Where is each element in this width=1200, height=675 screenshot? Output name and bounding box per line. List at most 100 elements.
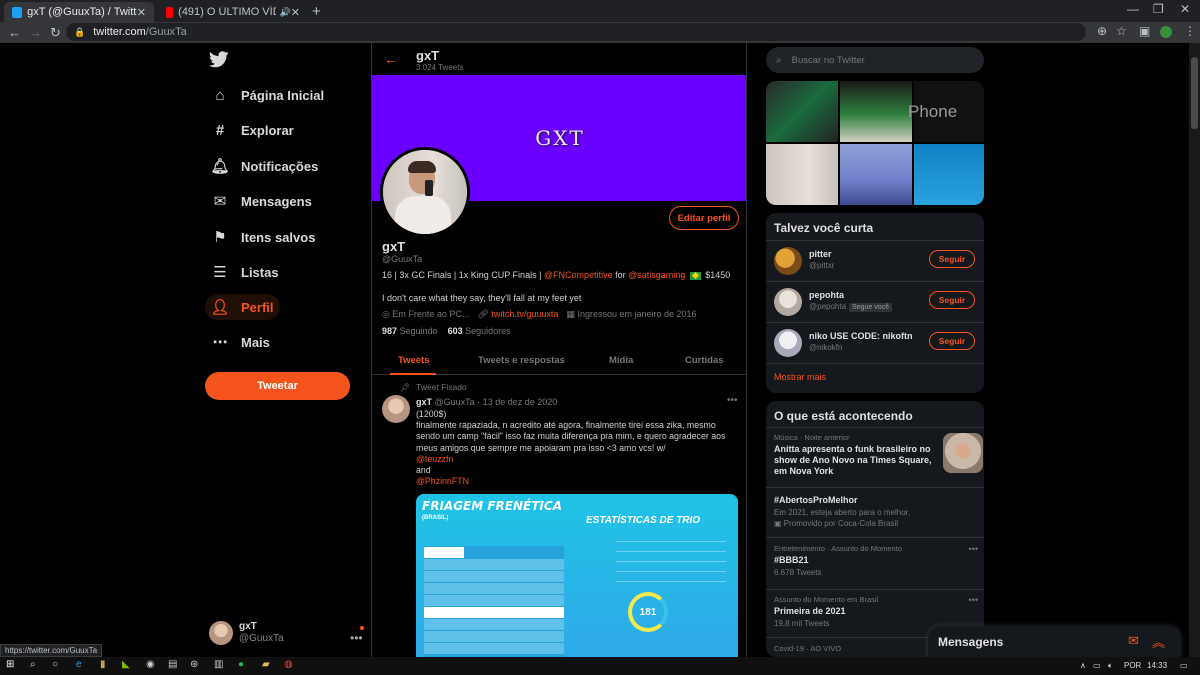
bio-mention-fncompetitive[interactable]: @FNCompetitive <box>544 270 613 280</box>
trend-item[interactable]: Música · Noite anterior Anitta apresenta… <box>774 433 983 477</box>
suggestion-name: niko USE CODE: nikoftn <box>809 331 913 341</box>
website-link[interactable]: twitch.tv/guuuxta <box>491 309 558 319</box>
trend-title: Anitta apresenta o funk brasileiro no sh… <box>774 444 932 476</box>
minimize-icon[interactable]: — <box>1127 2 1139 16</box>
nvidia-icon[interactable]: ◣ <box>122 659 130 670</box>
address-bar[interactable]: 🔒 twitter.com/GuuxTa <box>66 23 1086 41</box>
following-link[interactable]: 987 Seguindo <box>382 326 438 336</box>
back-icon[interactable]: ← <box>8 25 21 40</box>
media-thumbnail[interactable]: Phone <box>908 81 984 142</box>
app-icon[interactable]: ▤ <box>168 659 177 670</box>
tweet-more-icon[interactable]: ••• <box>727 395 738 406</box>
tweet-author[interactable]: gxT <box>416 397 432 407</box>
follow-button[interactable]: Seguir <box>929 332 975 350</box>
reload-icon[interactable]: ↻ <box>50 25 61 41</box>
expand-chevron-icon[interactable]: ︽ <box>1152 632 1165 651</box>
folder-icon[interactable]: ▰ <box>262 659 270 670</box>
spotify-icon[interactable]: ● <box>238 659 244 670</box>
app-icon[interactable]: ▮ <box>100 659 106 670</box>
clock-time[interactable]: 14:33 <box>1147 661 1167 670</box>
trend-item[interactable]: Assunto do Momento em Brasil Primeira de… <box>774 595 978 628</box>
nav-profile[interactable]: 👤︎ Perfil <box>205 294 280 320</box>
media-thumbnail[interactable] <box>766 81 838 142</box>
windows-taskbar: ⊞ ⌕ ○ e ▮ ◣ ◉ ▤ ⊛ ▥ ● ▰ ◍ ∧ ▭ 🔈︎ POR 14:… <box>0 657 1200 675</box>
menu-icon[interactable]: ⋮ <box>1184 24 1196 38</box>
volume-icon[interactable]: 🔈︎ <box>1108 661 1113 671</box>
follow-button[interactable]: Seguir <box>929 291 975 309</box>
follow-button[interactable]: Seguir <box>929 250 975 268</box>
account-more-icon[interactable]: ••• <box>350 631 363 645</box>
edge-icon[interactable]: e <box>76 659 82 670</box>
maximize-icon[interactable]: ❐ <box>1153 2 1164 16</box>
new-tab-button[interactable]: + <box>312 3 321 20</box>
keyboard-lang[interactable]: POR <box>1124 661 1141 670</box>
nav-explore[interactable]: # Explorar <box>205 117 300 143</box>
steam-icon[interactable]: ⊛ <box>190 659 198 670</box>
cast-icon[interactable]: ⊕ <box>1097 24 1107 38</box>
nav-more[interactable]: ⋯ Mais <box>205 329 276 355</box>
profile-avatar[interactable] <box>380 147 470 237</box>
nav-bookmarks[interactable]: ⚑ Itens salvos <box>205 224 321 250</box>
nav-notifications[interactable]: 🔔︎ Notificações <box>205 153 324 179</box>
network-icon[interactable]: ▭ <box>1093 661 1101 670</box>
forward-icon[interactable]: → <box>29 25 42 40</box>
website-item[interactable]: 🔗︎ twitch.tv/guuuxta <box>477 309 558 320</box>
notifications-icon[interactable]: ▭ <box>1180 661 1188 670</box>
media-thumbnail[interactable] <box>914 144 984 205</box>
close-window-icon[interactable]: ✕ <box>1180 2 1190 16</box>
tab-tweets[interactable]: Tweets <box>398 355 430 366</box>
app-icon[interactable]: ◉ <box>146 659 155 670</box>
nav-home[interactable]: ⌂ Página Inicial <box>205 82 330 108</box>
page-scrollbar[interactable] <box>1189 43 1200 657</box>
tab-twitter[interactable]: gxT (@GuuxTa) / Twitter ✕ <box>4 2 154 22</box>
chrome-icon[interactable]: ◍ <box>284 659 293 670</box>
back-arrow-icon[interactable]: ← <box>384 51 398 67</box>
edit-profile-button[interactable]: Editar perfil <box>669 206 739 230</box>
follow-suggestion[interactable]: pitter @pittxr Seguir <box>774 245 978 277</box>
banner-text: GXT <box>535 126 585 150</box>
nav-lists[interactable]: ☰ Listas <box>205 259 285 285</box>
account-switcher[interactable]: gxT @GuuxTa <box>209 621 284 645</box>
close-tab-icon[interactable]: ✕ <box>291 6 300 19</box>
extension-icon[interactable]: ▣ <box>1139 24 1150 38</box>
twitter-logo-icon[interactable] <box>208 51 229 71</box>
tab-tweets-replies[interactable]: Tweets e respostas <box>478 355 565 366</box>
speaker-icon[interactable]: 🔊 <box>280 7 291 18</box>
media-thumbnail[interactable] <box>840 81 912 142</box>
follow-suggestion[interactable]: pepohta @pepohta Segue você Seguir <box>774 286 978 318</box>
app-icon[interactable]: ▥ <box>214 659 223 670</box>
tab-likes[interactable]: Curtidas <box>685 355 724 366</box>
tweet-image[interactable]: FRIAGEM FRENÉTICA (BRASIL) ESTATÍSTICAS … <box>416 494 738 657</box>
trend-item[interactable]: Entretenimento · Assunto do Momento #BBB… <box>774 544 978 577</box>
location-icon: ◎ <box>382 309 390 319</box>
trend-more-icon[interactable]: ••• <box>969 595 978 605</box>
media-thumbnail[interactable] <box>766 144 838 205</box>
search-icon: ⌕ <box>776 54 782 66</box>
scrollbar-thumb[interactable] <box>1191 57 1198 129</box>
trend-more-icon[interactable]: ••• <box>969 544 978 554</box>
messages-drawer[interactable]: Mensagens ✉ ︽ <box>928 626 1181 657</box>
star-icon[interactable]: ☆ <box>1116 24 1127 38</box>
followers-link[interactable]: 603 Seguidores <box>448 326 511 336</box>
trend-item[interactable]: #AbertosProMelhor Em 2021, esteja aberto… <box>774 493 978 528</box>
tab-youtube[interactable]: (491) O ÚLTIMO VÍDEO... - Yo 🔊 ✕ <box>158 2 308 22</box>
tab-media[interactable]: Mídia <box>609 355 633 366</box>
windows-start-icon[interactable]: ⊞ <box>6 659 14 670</box>
new-message-icon[interactable]: ✉ <box>1128 633 1139 649</box>
search-input[interactable]: ⌕ Buscar no Twitter <box>766 47 984 73</box>
bio-mention-satisgaming[interactable]: @satisgaming <box>628 270 685 280</box>
tray-chevron-icon[interactable]: ∧ <box>1080 661 1086 670</box>
tweet-mention-teuzzfn[interactable]: @teuzzfn <box>416 454 738 465</box>
media-thumbnail[interactable] <box>840 144 912 205</box>
profile-avatar-icon[interactable] <box>1160 26 1172 38</box>
close-tab-icon[interactable]: ✕ <box>137 6 146 19</box>
show-more-link[interactable]: Mostrar mais <box>774 372 826 382</box>
task-view-icon[interactable]: ○ <box>52 659 58 670</box>
avatar[interactable] <box>382 395 410 423</box>
nav-messages[interactable]: ✉ Mensagens <box>205 188 318 214</box>
search-icon[interactable]: ⌕ <box>30 659 36 670</box>
bio-text: for <box>612 270 629 280</box>
tweet-button[interactable]: Tweetar <box>205 372 350 400</box>
follow-suggestion[interactable]: niko USE CODE: nikoftn @nikokfn Seguir <box>774 327 978 359</box>
tweet-mention-phzinnftn[interactable]: @PhzinnFTN <box>416 476 738 487</box>
